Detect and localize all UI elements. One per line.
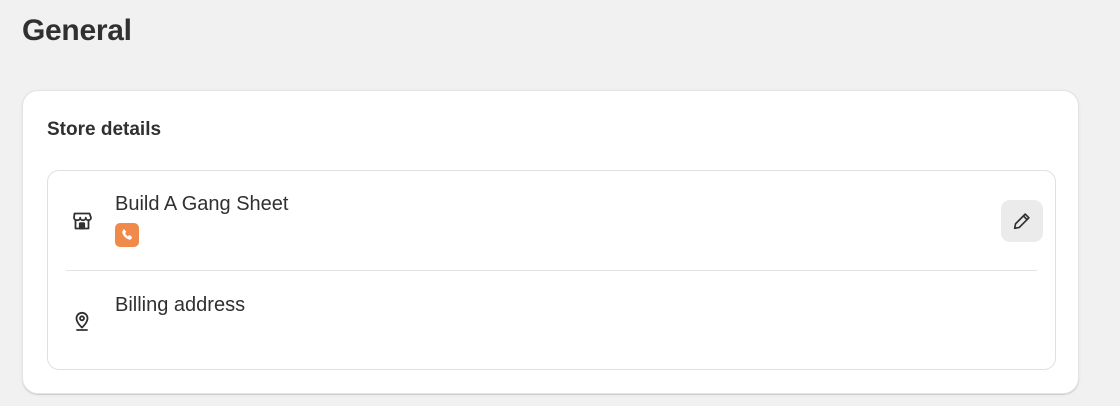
store-icon	[68, 207, 96, 235]
pencil-icon	[1013, 213, 1030, 230]
store-details-card: Store details Build A Gang Sheet Billing…	[22, 90, 1079, 394]
edit-store-button[interactable]	[1001, 200, 1043, 242]
store-name: Build A Gang Sheet	[115, 193, 289, 215]
location-pin-icon	[68, 307, 96, 335]
card-title: Store details	[47, 119, 162, 140]
store-name-row: Build A Gang Sheet	[48, 171, 1055, 271]
billing-address-row[interactable]: Billing address	[48, 272, 1055, 370]
page-title: General	[22, 14, 132, 47]
billing-address-label: Billing address	[115, 294, 246, 316]
store-details-list: Build A Gang Sheet Billing address	[47, 170, 1056, 370]
phone-badge	[115, 223, 139, 247]
row-divider	[66, 270, 1037, 271]
phone-icon	[122, 229, 132, 240]
